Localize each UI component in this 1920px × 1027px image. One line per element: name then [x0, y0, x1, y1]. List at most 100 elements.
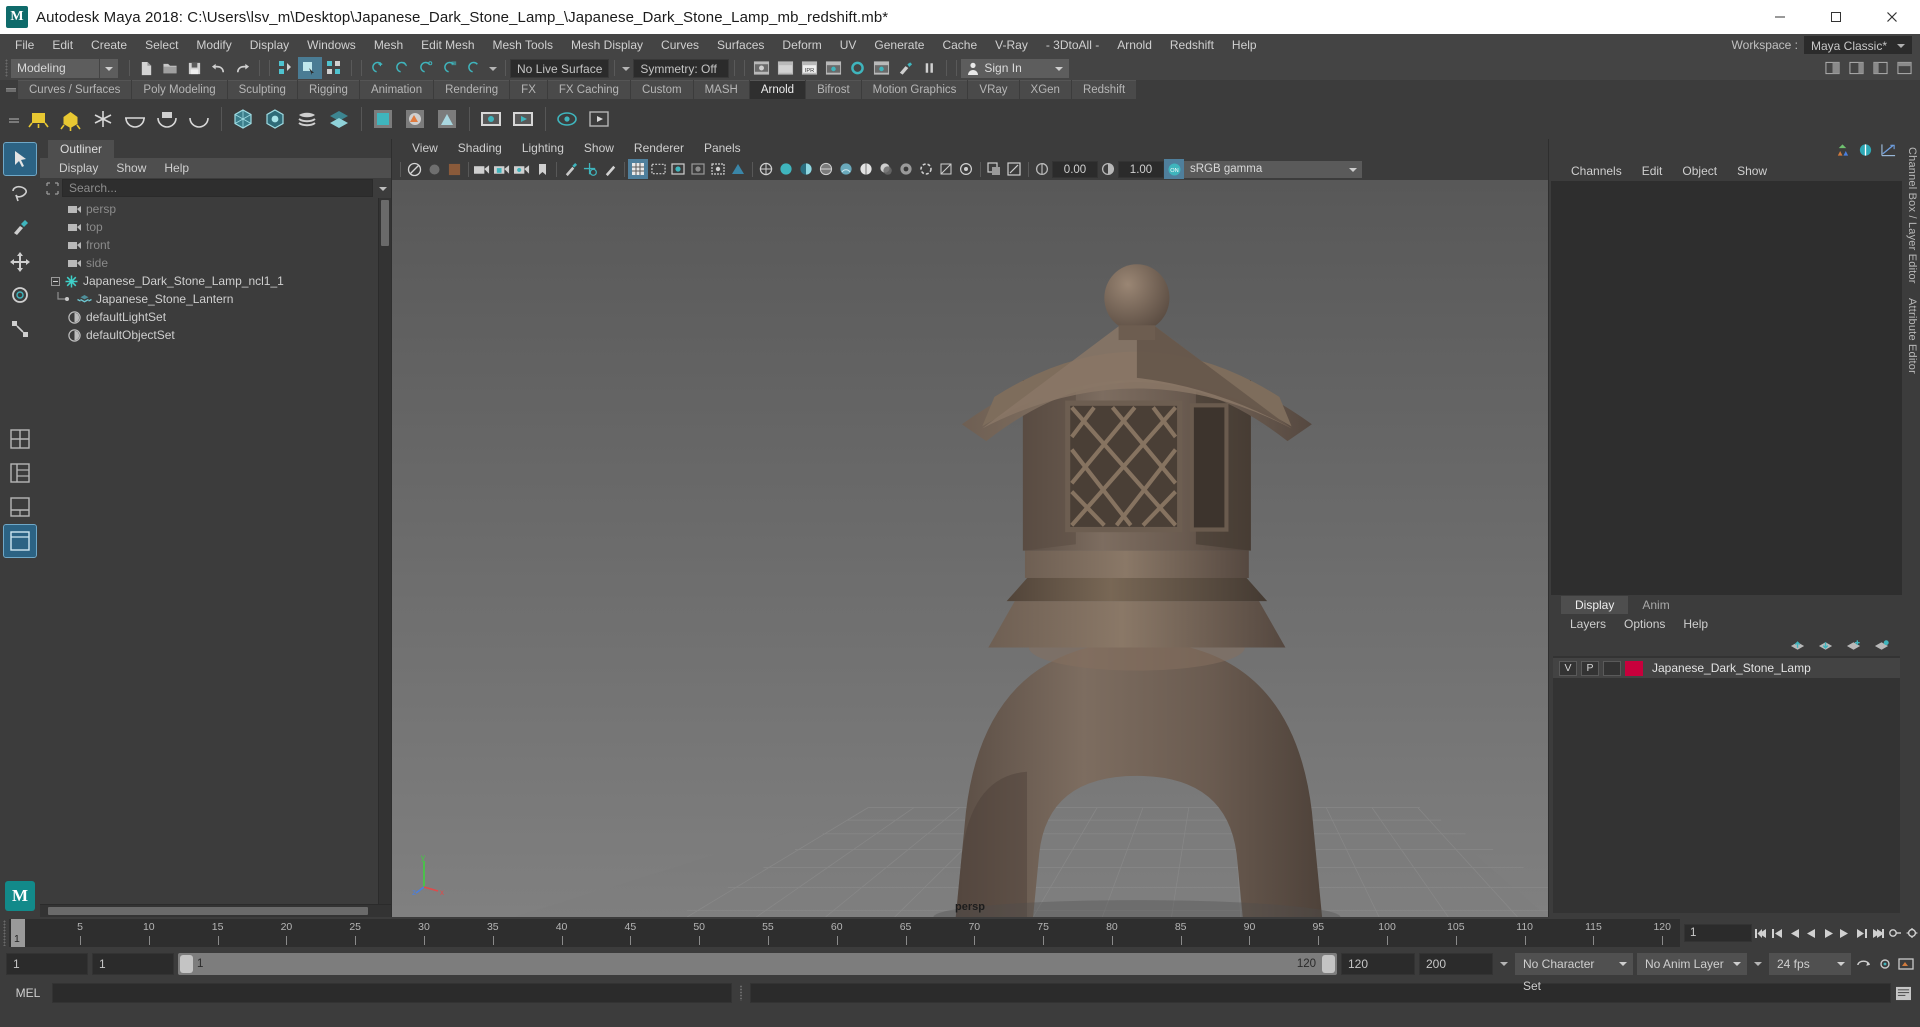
camera-attributes-icon[interactable]: [472, 159, 492, 179]
shelf-tab-motion-graphics[interactable]: Motion Graphics: [861, 80, 968, 99]
character-set-dropdown[interactable]: No Character Set: [1515, 953, 1633, 993]
scale-tool-icon[interactable]: [4, 313, 36, 345]
sphere-preview-icon[interactable]: [424, 159, 444, 179]
step-forward-key-icon[interactable]: [1854, 923, 1870, 943]
shelf-tab-rendering[interactable]: Rendering: [434, 80, 510, 99]
menu-vray[interactable]: V-Ray: [986, 34, 1037, 56]
shelf-tab-fx[interactable]: FX: [510, 80, 547, 99]
viewport-menu-renderer[interactable]: Renderer: [624, 139, 694, 158]
snap-to-grid-icon[interactable]: [366, 57, 390, 79]
menu-deform[interactable]: Deform: [773, 34, 830, 56]
gamma-value[interactable]: 1.00: [1118, 160, 1164, 178]
menuset-dropdown-arrow[interactable]: [100, 58, 118, 78]
script-editor-icon[interactable]: [1895, 986, 1912, 1001]
channel-box-content[interactable]: [1551, 181, 1902, 595]
list-item[interactable]: Japanese_Dark_Stone_Lamp_ncl1_1: [40, 272, 378, 290]
scrollbar-thumb[interactable]: [381, 200, 389, 246]
new-layer-from-selected-icon[interactable]: [1874, 639, 1890, 652]
layer-visibility-toggle[interactable]: V: [1559, 660, 1577, 676]
animation-settings-icon[interactable]: [1897, 954, 1914, 974]
minimize-button[interactable]: [1752, 0, 1808, 34]
isolate-select-icon[interactable]: [984, 159, 1004, 179]
layer-shading-toggle[interactable]: [1603, 660, 1621, 676]
viewport-menu-lighting[interactable]: Lighting: [512, 139, 574, 158]
viewport-menu-shading[interactable]: Shading: [448, 139, 512, 158]
outliner-menu-display[interactable]: Display: [50, 158, 107, 178]
shelf-tab-curves-surfaces[interactable]: Curves / Surfaces: [18, 80, 132, 99]
animation-preferences-icon[interactable]: [1904, 923, 1920, 943]
shelf-tab-poly-modeling[interactable]: Poly Modeling: [132, 80, 227, 99]
menu-mesh[interactable]: Mesh: [365, 34, 412, 56]
grid-toggle-icon[interactable]: [628, 159, 648, 179]
exposure-overlay-icon[interactable]: [708, 159, 728, 179]
menu-edit-mesh[interactable]: Edit Mesh: [412, 34, 483, 56]
arnold-photometric-light-icon[interactable]: [88, 104, 118, 134]
menu-file[interactable]: File: [6, 34, 43, 56]
viewport-menu-view[interactable]: View: [402, 139, 448, 158]
multisample-aa-icon[interactable]: [936, 159, 956, 179]
outliner-menu-help[interactable]: Help: [155, 158, 198, 178]
anim-end-field[interactable]: [1341, 953, 1415, 975]
menu-redshift[interactable]: Redshift: [1161, 34, 1223, 56]
list-item[interactable]: persp: [40, 200, 378, 218]
command-language-label[interactable]: MEL: [8, 986, 48, 1000]
move-layer-up-icon[interactable]: [1790, 639, 1806, 652]
list-item[interactable]: Japanese_Stone_Lantern: [40, 290, 378, 308]
shelf-tab-redshift[interactable]: Redshift: [1071, 80, 1137, 99]
menu-help[interactable]: Help: [1223, 34, 1266, 56]
color-management-dropdown[interactable]: sRGB gamma: [1184, 160, 1344, 178]
select-hierarchy-icon[interactable]: [274, 57, 298, 79]
arnold-mesh-light-icon[interactable]: [56, 104, 86, 134]
timeslider-grip[interactable]: [0, 917, 9, 949]
range-slider[interactable]: 1 120: [178, 953, 1337, 975]
menu-mesh-display[interactable]: Mesh Display: [562, 34, 652, 56]
render-sequence-icon[interactable]: [773, 57, 797, 79]
menu-display[interactable]: Display: [241, 34, 298, 56]
outliner-menu-show[interactable]: Show: [107, 158, 155, 178]
smooth-shade-selected-icon[interactable]: [796, 159, 816, 179]
hypershade-icon[interactable]: [845, 57, 869, 79]
loop-playback-icon[interactable]: [1855, 954, 1872, 974]
menu-surfaces[interactable]: Surfaces: [708, 34, 773, 56]
arnold-ai-standard-icon[interactable]: [400, 104, 430, 134]
camera-settings-icon[interactable]: [512, 159, 532, 179]
arnold-standin-icon[interactable]: [228, 104, 258, 134]
exposure-icon[interactable]: [1032, 159, 1052, 179]
layer-playback-toggle[interactable]: P: [1581, 660, 1599, 676]
maximize-button[interactable]: [1808, 0, 1864, 34]
toggle-tool-settings-icon[interactable]: [1868, 57, 1892, 79]
shelf-grip[interactable]: [4, 80, 18, 99]
character-set-dropdown-arrow[interactable]: [1497, 953, 1511, 975]
layer-color-swatch[interactable]: [1625, 660, 1643, 676]
shelf-tab-arnold[interactable]: Arnold: [749, 80, 806, 99]
current-frame-field[interactable]: [1684, 924, 1752, 942]
arnold-skydome-light-icon[interactable]: [120, 104, 150, 134]
select-object-icon[interactable]: [298, 57, 322, 79]
snap-options-arrow[interactable]: [486, 59, 500, 78]
shelf-tab-fx-caching[interactable]: FX Caching: [547, 80, 630, 99]
select-component-icon[interactable]: [322, 57, 346, 79]
layer-menu-layers[interactable]: Layers: [1561, 614, 1615, 634]
range-start-handle[interactable]: [180, 955, 193, 973]
channelbox-menu-channels[interactable]: Channels: [1561, 161, 1632, 181]
menu-edit[interactable]: Edit: [43, 34, 82, 56]
arnold-open-ipr-icon[interactable]: [552, 104, 582, 134]
arnold-flat-shader-icon[interactable]: [368, 104, 398, 134]
screen-space-ao-icon[interactable]: [896, 159, 916, 179]
render-current-frame-icon[interactable]: [749, 57, 773, 79]
depth-of-field-icon[interactable]: [956, 159, 976, 179]
anim-layers-icon[interactable]: [1858, 143, 1873, 157]
move-tool-icon[interactable]: [4, 245, 36, 277]
arnold-layer-icon[interactable]: [324, 104, 354, 134]
rotate-tool-icon[interactable]: [4, 279, 36, 311]
toggle-rendering-icon[interactable]: [893, 57, 917, 79]
menu-cache[interactable]: Cache: [933, 34, 986, 56]
shelf-tab-bifrost[interactable]: Bifrost: [806, 80, 861, 99]
anim-layer-dropdown[interactable]: No Anim Layer: [1637, 953, 1747, 975]
menu-generate[interactable]: Generate: [865, 34, 933, 56]
channelbox-menu-object[interactable]: Object: [1672, 161, 1727, 181]
range-end-handle[interactable]: [1322, 955, 1335, 973]
move-layer-down-icon[interactable]: [1818, 639, 1834, 652]
auto-key-icon[interactable]: [1887, 923, 1903, 943]
toggle-outliner-icon[interactable]: [1892, 57, 1916, 79]
